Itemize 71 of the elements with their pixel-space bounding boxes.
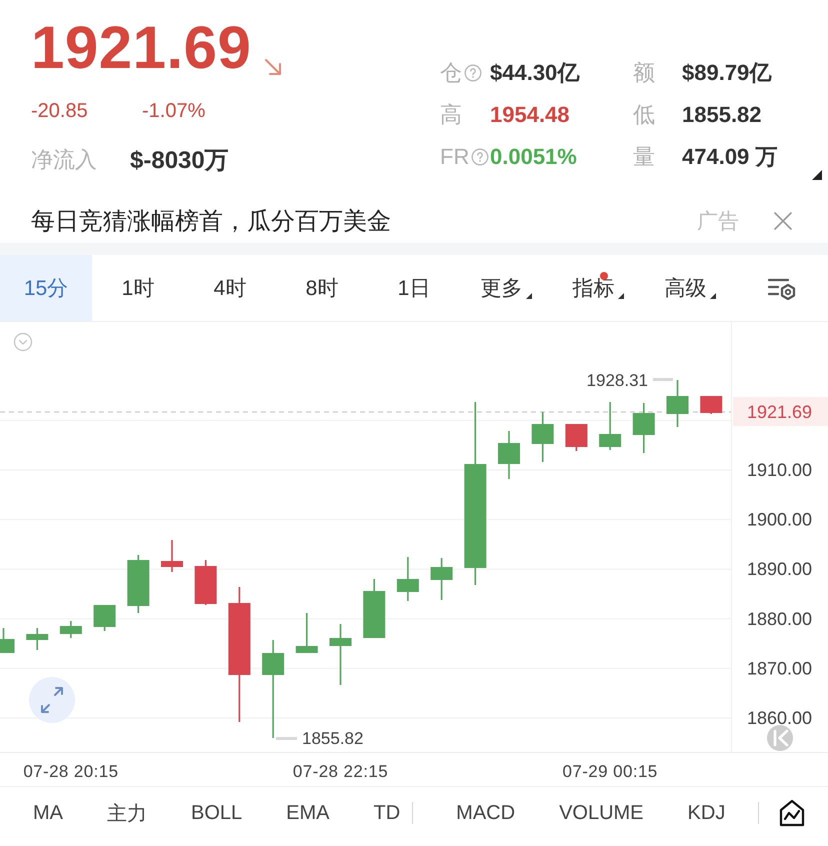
y-axis-label: 1910.00	[747, 460, 812, 480]
indicator-button[interactable]: MA	[33, 800, 63, 826]
indicator-button[interactable]: MACD	[456, 802, 516, 824]
y-axis-label: 1880.00	[747, 608, 812, 629]
skip-back-icon[interactable]	[767, 725, 793, 751]
rising-candle	[498, 431, 520, 479]
percent-change: -1.07%	[142, 99, 206, 124]
help-icon[interactable]	[471, 148, 490, 166]
stat-value: 0.0051%	[490, 144, 578, 170]
rising-candle	[26, 628, 48, 650]
rising-candle	[599, 402, 622, 450]
x-axis-label: 07-29 00:15	[562, 762, 658, 781]
rising-candle	[60, 621, 82, 638]
indicator-button[interactable]: EMA	[286, 800, 330, 826]
falling-candle	[700, 396, 722, 414]
net-inflow-value: $-8030万	[130, 146, 229, 176]
y-axis-label: 1890.00	[747, 559, 812, 580]
indicator-button[interactable]: VOLUME	[559, 802, 644, 824]
stat-value: 1855.82	[682, 102, 763, 128]
net-inflow-label: 净流入	[31, 146, 98, 174]
last-price-tag: 1921.69	[733, 397, 828, 426]
last-price: 1921.69	[31, 15, 252, 81]
help-icon[interactable]	[464, 64, 482, 82]
stat-label: 额	[633, 59, 655, 87]
y-axis-label: 1870.00	[747, 658, 812, 678]
rising-candle	[396, 557, 419, 601]
rising-candle	[430, 558, 453, 600]
rising-candle	[296, 613, 318, 653]
stat-value: 474.09 万	[682, 143, 778, 171]
period-tab[interactable]: 15分	[0, 255, 92, 321]
house-chart-icon[interactable]	[779, 799, 806, 827]
stat-value: 1954.48	[490, 102, 571, 128]
stat-value: $89.79亿	[682, 59, 772, 87]
rising-candle	[127, 555, 150, 613]
settings-icon	[768, 276, 796, 300]
rising-candle	[632, 403, 655, 453]
leader-line	[276, 737, 297, 740]
indicator-button[interactable]: TD	[374, 800, 400, 826]
rising-candle	[330, 624, 352, 685]
chevron-circle-icon[interactable]	[14, 332, 32, 352]
stat-label: FR	[440, 144, 470, 170]
rising-candle	[363, 579, 386, 638]
price-change: -20.85	[31, 99, 89, 124]
stat-label: 低	[633, 101, 655, 129]
high-price-marker: 1928.31	[586, 371, 648, 390]
falling-candle	[161, 540, 183, 572]
indicator-button[interactable]: BOLL	[191, 800, 242, 826]
rising-candle	[532, 412, 554, 462]
caret-icon[interactable]	[812, 170, 822, 180]
y-axis-label: 1860.00	[747, 708, 812, 728]
expand-button[interactable]	[29, 677, 75, 723]
close-icon[interactable]	[774, 212, 792, 230]
stat-value: $44.30亿	[490, 59, 580, 87]
stat-label: 高	[440, 101, 462, 129]
rising-candle	[666, 380, 688, 427]
leader-line	[653, 378, 673, 381]
falling-candle	[194, 560, 217, 605]
low-price-marker: 1855.82	[302, 729, 364, 748]
stat-label: 仓	[440, 59, 462, 87]
rising-candle	[94, 605, 116, 631]
falling-candle	[565, 424, 588, 451]
y-axis-label: 1900.00	[747, 510, 812, 530]
rising-candle	[0, 628, 14, 653]
promo-banner-text[interactable]: 每日竞猜涨幅榜首，瓜分百万美金	[31, 205, 697, 237]
ad-label: 广告	[697, 209, 739, 235]
indicator-button[interactable]: KDJ	[688, 802, 726, 824]
stat-label: 量	[633, 143, 655, 171]
expand-icon	[41, 687, 63, 713]
x-axis-label: 07-28 20:15	[23, 762, 118, 781]
x-axis-label: 07-28 22:15	[292, 762, 388, 781]
indicator-button[interactable]: 主力	[107, 800, 147, 826]
